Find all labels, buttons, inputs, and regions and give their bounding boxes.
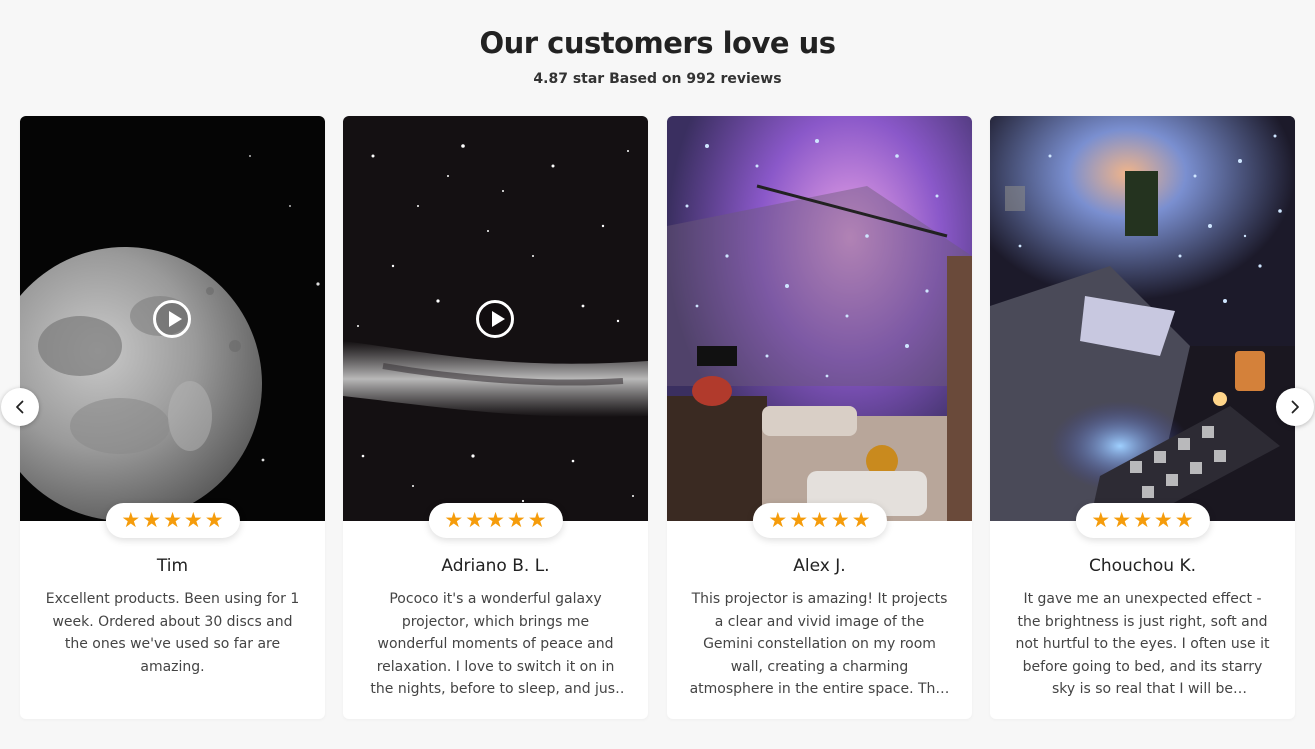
star-icon: ★ [1112,508,1132,532]
chevron-left-icon [16,400,24,414]
star-icon: ★ [830,508,850,532]
review-card[interactable]: ★ ★ ★ ★ ★ Alex J. This projector is amaz… [667,116,972,719]
review-video-thumbnail[interactable] [343,116,648,521]
star-rating: ★ ★ ★ ★ ★ [1075,503,1210,538]
review-photo[interactable] [667,116,972,521]
reviewer-name: Chouchou K. [1088,556,1197,576]
review-text: Excellent products. Been using for 1 wee… [45,591,300,675]
play-icon[interactable] [476,300,514,338]
chevron-right-icon [1291,400,1299,414]
rating-summary: 4.87 star Based on 992 reviews [533,71,782,87]
reviewer-name: Tim [156,556,189,576]
star-icon: ★ [121,508,141,532]
star-icon: ★ [142,508,162,532]
star-icon: ★ [1133,508,1152,532]
review-card[interactable]: ★ ★ ★ ★ ★ Adriano B. L. Pococo it's a wo… [343,116,648,719]
star-icon: ★ [444,508,464,532]
star-icon: ★ [163,508,182,532]
review-card[interactable]: ★ ★ ★ ★ ★ Tim Excellent products. Been u… [20,116,325,719]
review-video-thumbnail[interactable] [20,116,325,521]
star-icon: ★ [810,508,829,532]
star-icon: ★ [527,508,547,532]
section-header: Our customers love us 4.87 star Based on… [0,0,1315,87]
review-text: Pococo it's a wonderful galaxy projector… [370,591,621,697]
star-icon: ★ [486,508,505,532]
reviewer-name: Adriano B. L. [441,556,550,576]
page-title: Our customers love us [479,26,836,60]
carousel-prev-button[interactable] [1,388,39,426]
star-icon: ★ [789,508,809,532]
review-text: It gave me an unexpected effect - the br… [1015,591,1270,697]
star-icon: ★ [204,508,224,532]
review-photo[interactable] [990,116,1295,521]
star-icon: ★ [1091,508,1111,532]
reviews-carousel: ★ ★ ★ ★ ★ Tim Excellent products. Been u… [20,116,1295,719]
star-icon: ★ [506,508,526,532]
carousel-next-button[interactable] [1276,388,1314,426]
star-icon: ★ [1174,508,1194,532]
star-rating: ★ ★ ★ ★ ★ [752,503,887,538]
star-icon: ★ [465,508,485,532]
star-icon: ★ [851,508,871,532]
reviewer-name: Alex J. [793,556,846,576]
play-icon[interactable] [153,300,191,338]
star-icon: ★ [1153,508,1173,532]
review-card[interactable]: ★ ★ ★ ★ ★ Chouchou K. It gave me an unex… [990,116,1295,719]
star-rating: ★ ★ ★ ★ ★ [428,503,563,538]
star-rating: ★ ★ ★ ★ ★ [105,503,240,538]
star-icon: ★ [768,508,788,532]
review-text: This projector is amazing! It projects a… [689,591,950,697]
star-icon: ★ [183,508,203,532]
